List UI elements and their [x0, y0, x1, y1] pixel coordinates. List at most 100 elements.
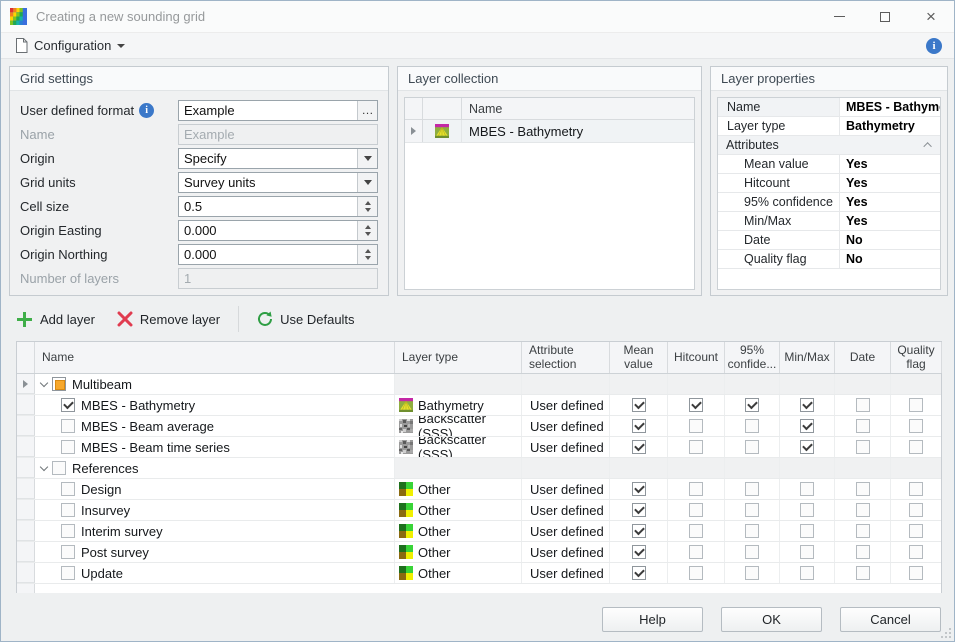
column-header[interactable]: Hitcount	[668, 342, 725, 373]
maximize-button[interactable]	[862, 1, 908, 33]
field-input[interactable]: 0.000	[178, 244, 378, 265]
attribute-checkbox[interactable]	[909, 566, 923, 580]
attribute-checkbox[interactable]	[632, 419, 646, 433]
info-icon[interactable]: i	[926, 38, 942, 54]
column-header[interactable]: Date	[835, 342, 891, 373]
attribute-selection-cell[interactable]: User defined	[522, 521, 610, 541]
layer-collection-row[interactable]: MBES - Bathymetry	[405, 120, 694, 143]
attribute-checkbox[interactable]	[909, 398, 923, 412]
dropdown-button[interactable]	[357, 173, 377, 192]
attribute-checkbox[interactable]	[909, 440, 923, 454]
spinner-buttons[interactable]	[357, 221, 377, 240]
attribute-checkbox[interactable]	[909, 503, 923, 517]
column-header[interactable]: Name	[35, 342, 395, 373]
attribute-checkbox[interactable]	[689, 524, 703, 538]
attribute-checkbox[interactable]	[689, 545, 703, 559]
attribute-checkbox[interactable]	[689, 566, 703, 580]
property-value[interactable]: Bathymetry	[840, 117, 940, 135]
spinner-buttons[interactable]	[357, 245, 377, 264]
configuration-menu[interactable]: Configuration	[7, 35, 133, 57]
attribute-checkbox[interactable]	[689, 503, 703, 517]
group-checkbox[interactable]	[52, 461, 66, 475]
table-row[interactable]: Insurvey OtherUser defined	[17, 500, 941, 521]
attribute-selection-cell[interactable]: User defined	[522, 416, 610, 436]
attribute-checkbox[interactable]	[745, 545, 759, 559]
attribute-checkbox[interactable]	[800, 503, 814, 517]
use-defaults-button[interactable]: Use Defaults	[250, 307, 361, 331]
table-row[interactable]: Update OtherUser defined	[17, 563, 941, 584]
expand-chevron-icon[interactable]	[39, 379, 49, 389]
attribute-checkbox[interactable]	[856, 545, 870, 559]
column-header[interactable]: Layer type	[395, 342, 522, 373]
layer-checkbox[interactable]	[61, 398, 75, 412]
table-row[interactable]: Interim survey OtherUser defined	[17, 521, 941, 542]
attribute-selection-cell[interactable]: User defined	[522, 500, 610, 520]
attribute-checkbox[interactable]	[745, 440, 759, 454]
dropdown-button[interactable]	[357, 149, 377, 168]
table-row[interactable]: References	[17, 458, 941, 479]
attribute-value[interactable]: Yes	[840, 193, 940, 211]
attributes-category-row[interactable]: Attributes	[718, 136, 940, 155]
column-header[interactable]: 95% confide...	[725, 342, 780, 373]
attribute-checkbox[interactable]	[745, 524, 759, 538]
attribute-checkbox[interactable]	[632, 545, 646, 559]
attribute-checkbox[interactable]	[800, 482, 814, 496]
attribute-checkbox[interactable]	[856, 524, 870, 538]
layer-checkbox[interactable]	[61, 440, 75, 454]
attribute-checkbox[interactable]	[689, 440, 703, 454]
minimize-button[interactable]	[816, 1, 862, 33]
layer-checkbox[interactable]	[61, 503, 75, 517]
attribute-checkbox[interactable]	[856, 419, 870, 433]
cancel-button[interactable]: Cancel	[840, 607, 941, 632]
column-header[interactable]: Attribute selection	[522, 342, 610, 373]
attribute-checkbox[interactable]	[856, 503, 870, 517]
group-checkbox[interactable]	[52, 377, 66, 391]
attribute-selection-cell[interactable]: User defined	[522, 395, 610, 415]
attribute-checkbox[interactable]	[632, 398, 646, 412]
attribute-checkbox[interactable]	[800, 440, 814, 454]
table-row[interactable]: Design OtherUser defined	[17, 479, 941, 500]
attribute-checkbox[interactable]	[856, 398, 870, 412]
column-header[interactable]: Mean value	[610, 342, 668, 373]
attribute-checkbox[interactable]	[632, 482, 646, 496]
ok-button[interactable]: OK	[721, 607, 822, 632]
attribute-checkbox[interactable]	[800, 524, 814, 538]
field-input[interactable]: Survey units	[178, 172, 378, 193]
attribute-checkbox[interactable]	[632, 524, 646, 538]
column-header[interactable]: Min/Max	[780, 342, 835, 373]
layer-checkbox[interactable]	[61, 419, 75, 433]
attribute-selection-cell[interactable]: User defined	[522, 563, 610, 583]
field-input[interactable]: Specify	[178, 148, 378, 169]
resize-grip[interactable]	[941, 628, 951, 638]
add-layer-button[interactable]: Add layer	[9, 307, 102, 332]
spinner-buttons[interactable]	[357, 197, 377, 216]
attribute-checkbox[interactable]	[800, 566, 814, 580]
attribute-checkbox[interactable]	[856, 440, 870, 454]
collapse-chevron-icon[interactable]	[923, 142, 931, 150]
layer-checkbox[interactable]	[61, 545, 75, 559]
attribute-checkbox[interactable]	[856, 566, 870, 580]
attribute-checkbox[interactable]	[632, 503, 646, 517]
attribute-selection-cell[interactable]: User defined	[522, 437, 610, 457]
help-button[interactable]: Help	[602, 607, 703, 632]
attribute-selection-cell[interactable]: User defined	[522, 479, 610, 499]
layer-checkbox[interactable]	[61, 566, 75, 580]
attribute-checkbox[interactable]	[800, 545, 814, 559]
attribute-value[interactable]: Yes	[840, 174, 940, 192]
table-row[interactable]: MBES - Beam time series Backscatter (SSS…	[17, 437, 941, 458]
expand-chevron-icon[interactable]	[39, 463, 49, 473]
attribute-value[interactable]: No	[840, 231, 940, 249]
attribute-checkbox[interactable]	[745, 398, 759, 412]
attribute-value[interactable]: No	[840, 250, 940, 268]
attribute-checkbox[interactable]	[909, 419, 923, 433]
attribute-checkbox[interactable]	[856, 482, 870, 496]
layer-checkbox[interactable]	[61, 482, 75, 496]
ellipsis-button[interactable]: …	[357, 101, 377, 120]
close-button[interactable]: ×	[908, 1, 954, 33]
field-input[interactable]: 0.5	[178, 196, 378, 217]
attribute-checkbox[interactable]	[800, 398, 814, 412]
table-row[interactable]: MBES - Bathymetry BathymetryUser defined	[17, 395, 941, 416]
attribute-checkbox[interactable]	[909, 482, 923, 496]
attribute-value[interactable]: Yes	[840, 212, 940, 230]
attribute-checkbox[interactable]	[745, 566, 759, 580]
